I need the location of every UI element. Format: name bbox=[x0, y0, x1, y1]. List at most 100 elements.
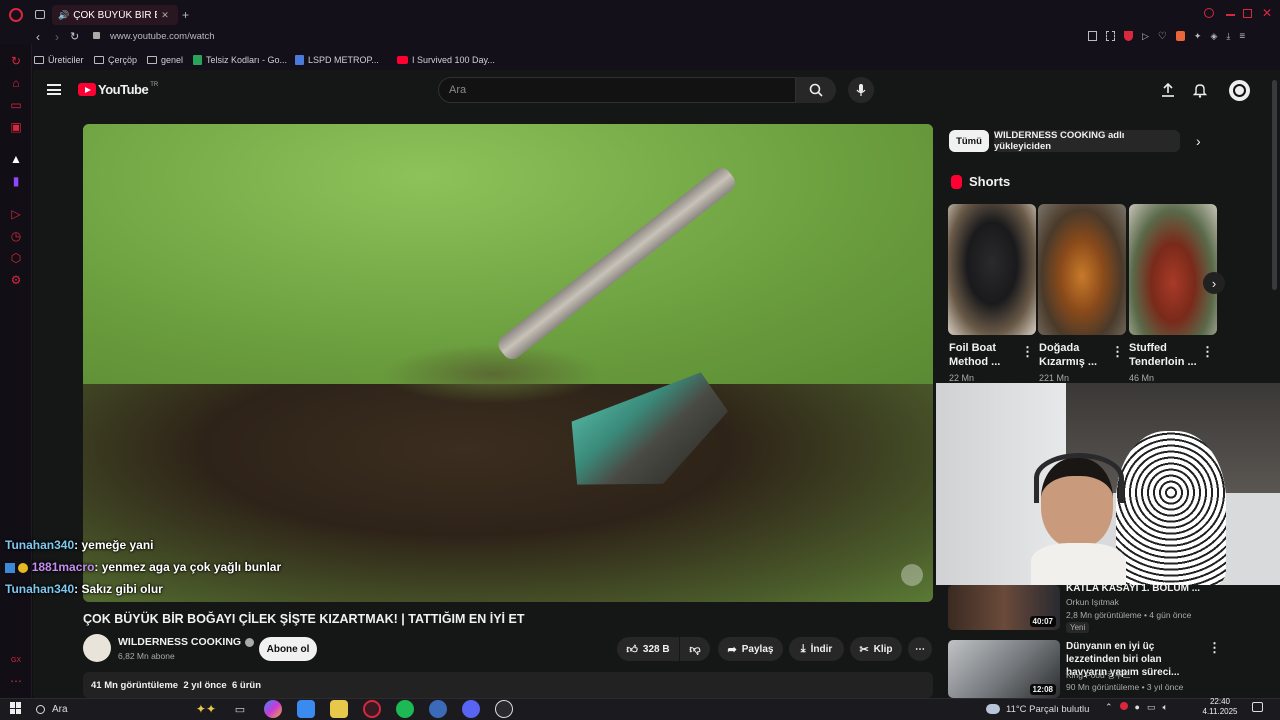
clock[interactable]: 22:40 4.11.2025 bbox=[1200, 697, 1240, 717]
windows-start-icon[interactable] bbox=[10, 702, 22, 714]
player-icon[interactable]: ▷ bbox=[9, 207, 23, 221]
recommended-thumbnail[interactable]: 40:07 bbox=[948, 585, 1060, 630]
short-thumbnail[interactable] bbox=[1129, 204, 1217, 335]
new-tab-button[interactable]: + bbox=[182, 8, 189, 22]
bookmark-genel[interactable]: genel bbox=[147, 53, 183, 67]
chip-from-uploader[interactable]: WILDERNESS COOKING adlı yükleyiciden bbox=[994, 130, 1180, 152]
close-window-button[interactable]: ✕ bbox=[1262, 6, 1272, 20]
share-button[interactable]: ➦ Paylaş bbox=[718, 637, 783, 661]
recommended-menu-icon[interactable]: ⋮ bbox=[1208, 640, 1221, 656]
menu-icon[interactable]: ≡ bbox=[1239, 31, 1245, 43]
store-icon[interactable] bbox=[297, 700, 315, 718]
vk-icon[interactable]: ▲ bbox=[9, 152, 23, 166]
address-bar[interactable]: www.youtube.com/watch bbox=[110, 31, 215, 42]
pinboard-icon[interactable]: ⬡ bbox=[9, 251, 23, 265]
youtube-logo[interactable]: YouTube TR bbox=[78, 82, 158, 97]
weather-widget[interactable]: 11°C Parçalı bulutlu bbox=[986, 700, 1089, 718]
download-button[interactable]: ⤓ İndir bbox=[789, 637, 844, 661]
channel-name[interactable]: WILDERNESS COOKING bbox=[118, 636, 255, 648]
maximize-button[interactable] bbox=[1243, 9, 1252, 18]
spotify-icon[interactable] bbox=[396, 700, 414, 718]
shopping-icon[interactable]: ⌂ bbox=[9, 76, 23, 90]
short-thumbnail[interactable] bbox=[1038, 204, 1126, 335]
taskbar-search[interactable]: Ara ✦✦ bbox=[36, 700, 216, 718]
bookmark-lspd[interactable]: LSPD METROP... bbox=[295, 53, 379, 67]
speaker-icon[interactable]: 🔊 bbox=[58, 10, 69, 21]
gx-icon[interactable]: GX bbox=[9, 654, 23, 668]
minimize-button[interactable] bbox=[1226, 14, 1235, 16]
snapshot-icon[interactable] bbox=[1106, 31, 1115, 41]
chevron-right-icon[interactable]: › bbox=[1196, 133, 1201, 149]
more-icon[interactable]: ⋯ bbox=[9, 674, 23, 688]
clip-button[interactable]: ✂ Klip bbox=[850, 637, 902, 661]
short-menu-icon[interactable]: ⋮ bbox=[1021, 344, 1034, 360]
notifications-bell-icon[interactable] bbox=[1193, 82, 1207, 98]
short-thumbnail[interactable] bbox=[948, 204, 1036, 335]
tray-app-icon[interactable] bbox=[1119, 702, 1128, 710]
short-title[interactable]: Stuffed Tenderloin ... bbox=[1129, 341, 1199, 369]
like-button[interactable]: 👍︎ 328 B bbox=[617, 637, 679, 661]
back-button[interactable]: ‹ bbox=[36, 30, 40, 44]
page-scrollbar[interactable] bbox=[1272, 80, 1277, 290]
mic-icon[interactable]: ● bbox=[1135, 702, 1140, 713]
more-actions-button[interactable]: ⋯ bbox=[908, 637, 932, 661]
discord-icon[interactable] bbox=[462, 700, 480, 718]
bookmark-ureticiler[interactable]: Üreticiler bbox=[34, 53, 84, 67]
hamburger-menu-icon[interactable] bbox=[47, 84, 61, 95]
cube-icon[interactable]: ◈ bbox=[1210, 31, 1217, 43]
chip-all[interactable]: Tümü bbox=[949, 130, 989, 152]
download-icon[interactable]: ⤓ bbox=[1226, 31, 1230, 43]
dislike-button[interactable]: 👎︎ bbox=[680, 637, 710, 661]
short-menu-icon[interactable]: ⋮ bbox=[1111, 344, 1124, 360]
avatar[interactable] bbox=[1229, 80, 1250, 101]
short-menu-icon[interactable]: ⋮ bbox=[1201, 344, 1214, 360]
tab-youtube[interactable]: 🔊 ÇOK BÜYÜK BİR BOĞ ✕ bbox=[52, 5, 178, 25]
notifications-icon[interactable] bbox=[1252, 702, 1263, 712]
channel-avatar[interactable] bbox=[83, 634, 111, 662]
recommended-title[interactable]: KATLA KASAYI 1. BÖLÜM ... bbox=[1066, 582, 1201, 595]
reload-button[interactable]: ↻ bbox=[70, 30, 79, 43]
voice-search-button[interactable] bbox=[848, 77, 874, 103]
subscribe-button[interactable]: Abone ol bbox=[259, 637, 317, 661]
bookmark-telsiz[interactable]: Telsiz Kodları - Go... bbox=[193, 53, 287, 67]
volume-icon[interactable]: 🔈︎ bbox=[1163, 702, 1168, 713]
copilot-icon[interactable] bbox=[264, 700, 282, 718]
tab-manager-icon[interactable] bbox=[35, 10, 45, 19]
opera-gx-taskbar-icon[interactable] bbox=[363, 700, 381, 718]
forward-button[interactable]: › bbox=[55, 30, 59, 44]
messenger-icon[interactable]: ▭ bbox=[9, 98, 23, 112]
heart-icon[interactable]: ♡ bbox=[1158, 31, 1167, 43]
network-icon[interactable]: ▭ bbox=[1147, 702, 1156, 713]
obs-icon[interactable] bbox=[495, 700, 513, 718]
play-icon[interactable]: ▷ bbox=[1142, 31, 1149, 43]
opera-logo-icon[interactable] bbox=[9, 8, 23, 22]
extension-icon[interactable] bbox=[1175, 31, 1185, 41]
chevron-up-icon[interactable]: ⌃ bbox=[1105, 702, 1113, 713]
shorts-next-button[interactable]: › bbox=[1203, 272, 1225, 294]
search-button[interactable] bbox=[796, 77, 836, 103]
file-explorer-icon[interactable] bbox=[330, 700, 348, 718]
recommended-channel[interactable]: King Food 킹푸드 bbox=[1066, 669, 1131, 681]
video-player[interactable] bbox=[83, 124, 933, 602]
short-title[interactable]: Foil Boat Method ... bbox=[949, 341, 1019, 369]
bookmark-cercop[interactable]: Çerçöp bbox=[94, 53, 137, 67]
pin-icon[interactable] bbox=[1088, 31, 1097, 41]
search-input[interactable]: Ara bbox=[438, 77, 796, 103]
aria-icon[interactable]: ↻ bbox=[9, 54, 23, 68]
shield-icon[interactable] bbox=[1124, 31, 1133, 41]
tab-close-icon[interactable]: ✕ bbox=[161, 10, 169, 21]
upload-icon[interactable] bbox=[1161, 82, 1175, 98]
search-tabs-icon[interactable] bbox=[1204, 8, 1214, 18]
app-icon[interactable] bbox=[429, 700, 447, 718]
recommended-channel[interactable]: Orkun Işıtmak bbox=[1066, 597, 1119, 607]
bookmark-i-survived[interactable]: I Survived 100 Day... bbox=[397, 53, 495, 67]
recommended-thumbnail[interactable]: 12:08 bbox=[948, 640, 1060, 698]
short-title[interactable]: Doğada Kızarmış ... bbox=[1039, 341, 1109, 369]
task-view-icon[interactable]: ▭ bbox=[231, 700, 249, 718]
settings-icon[interactable]: ⚙ bbox=[9, 273, 23, 287]
instagram-icon[interactable]: ▣ bbox=[9, 120, 23, 134]
history-icon[interactable]: ◷ bbox=[9, 229, 23, 243]
twitch-icon[interactable]: ▮ bbox=[9, 174, 23, 188]
puzzle-icon[interactable]: ✦ bbox=[1194, 31, 1202, 43]
description-box[interactable]: 41 Mn görüntüleme 2 yıl önce 6 ürün bbox=[83, 672, 933, 698]
